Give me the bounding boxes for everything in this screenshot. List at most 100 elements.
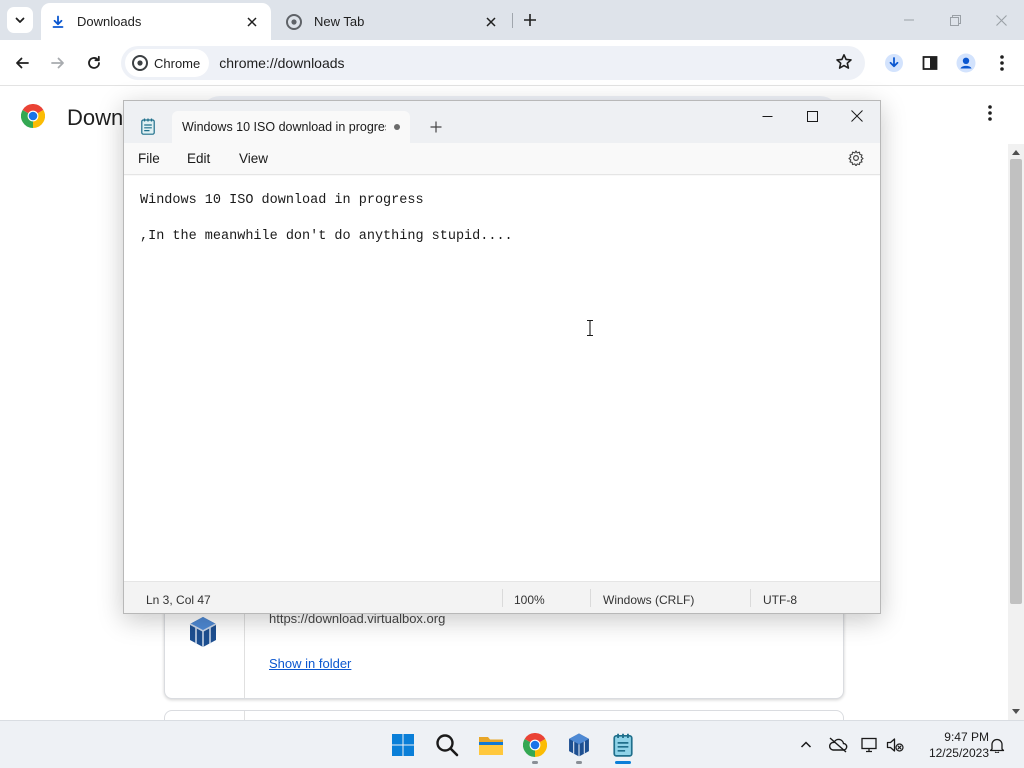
network-icon: [861, 737, 877, 753]
minimize-button[interactable]: [886, 0, 932, 40]
reload-button[interactable]: [81, 50, 107, 76]
virtualbox-icon: [569, 733, 589, 757]
chrome-menu-button[interactable]: [989, 50, 1015, 76]
tab-label: Downloads: [77, 14, 142, 29]
running-indicator: [576, 761, 582, 764]
text-cursor-icon: [587, 320, 593, 336]
show-hidden-icons-button[interactable]: [796, 735, 816, 755]
notepad-tab[interactable]: Windows 10 ISO download in progress: [172, 111, 410, 143]
system-clock[interactable]: 9:47 PM 12/25/2023: [913, 729, 989, 761]
side-panel-icon: [922, 56, 938, 70]
cursor-position: Ln 3, Col 47: [146, 593, 211, 607]
close-icon: [851, 110, 863, 122]
text-line: Windows 10 ISO download in progress: [140, 193, 424, 208]
status-separator: [750, 589, 751, 607]
notifications-button[interactable]: [987, 735, 1007, 755]
start-button[interactable]: [387, 729, 419, 761]
cloud-off-icon: [829, 737, 848, 753]
bell-icon: [989, 738, 1005, 753]
restore-icon: [949, 14, 961, 26]
notepad-icon: [141, 118, 155, 135]
notepad-close-button[interactable]: [834, 101, 880, 131]
notepad-titlebar[interactable]: Windows 10 ISO download in progress: [124, 101, 880, 143]
volume-tray-button[interactable]: [885, 735, 905, 755]
minimize-icon: [762, 115, 772, 117]
close-icon: [247, 16, 257, 27]
zoom-level[interactable]: 100%: [514, 593, 545, 607]
address-bar[interactable]: Chrome chrome://downloads: [121, 46, 865, 80]
close-icon: [995, 14, 1007, 26]
unsaved-indicator[interactable]: [394, 124, 400, 130]
file-explorer-icon: [479, 737, 503, 755]
restore-button[interactable]: [932, 0, 978, 40]
chevron-up-icon: [800, 741, 812, 748]
tab-search-button[interactable]: [7, 7, 33, 33]
encoding[interactable]: UTF-8: [763, 593, 797, 607]
taskbar-virtualbox[interactable]: [563, 729, 595, 764]
notepad-maximize-button[interactable]: [789, 101, 835, 131]
tab-label: New Tab: [314, 14, 365, 29]
show-in-folder-link[interactable]: Show in folder: [269, 656, 351, 671]
status-separator: [590, 589, 591, 607]
scroll-down-arrow[interactable]: [1012, 709, 1020, 714]
close-window-button[interactable]: [978, 0, 1024, 40]
taskbar-search-button[interactable]: [431, 729, 463, 761]
side-panel-button[interactable]: [917, 50, 943, 76]
menu-view[interactable]: View: [239, 151, 268, 166]
line-ending[interactable]: Windows (CRLF): [603, 593, 694, 607]
chrome-toolbar: Chrome chrome://downloads: [0, 40, 1024, 86]
profile-button[interactable]: [953, 50, 979, 76]
tab-new-tab[interactable]: New Tab: [276, 3, 510, 40]
taskbar-file-explorer[interactable]: [475, 729, 507, 761]
download-circle-icon: [885, 54, 903, 72]
notepad-status-bar: Ln 3, Col 47 100% Windows (CRLF) UTF-8: [124, 581, 880, 613]
site-chip-label: Chrome: [154, 55, 201, 71]
close-icon: [486, 16, 496, 27]
reload-icon: [88, 55, 100, 69]
plus-icon: [524, 14, 536, 26]
star-icon: [836, 54, 852, 69]
notepad-tab-title: Windows 10 ISO download in progress: [182, 120, 386, 134]
site-info-chip[interactable]: Chrome: [125, 49, 210, 77]
close-tab-button[interactable]: [243, 13, 261, 31]
tab-separator: [512, 13, 513, 28]
maximize-icon: [806, 110, 818, 122]
network-tray-button[interactable]: [860, 735, 880, 755]
notepad-minimize-button[interactable]: [744, 101, 790, 131]
page-scrollbar[interactable]: [1008, 144, 1024, 720]
minimize-icon: [904, 19, 914, 21]
status-separator: [502, 589, 503, 607]
plus-icon: [430, 121, 442, 133]
chrome-icon: [132, 55, 148, 71]
menu-edit[interactable]: Edit: [187, 151, 210, 166]
tab-downloads[interactable]: Downloads: [41, 3, 271, 40]
bookmark-button[interactable]: [835, 53, 853, 74]
taskbar-notepad[interactable]: [607, 729, 639, 764]
chrome-window-controls: [886, 0, 1024, 40]
gear-icon[interactable]: [848, 150, 864, 166]
back-button[interactable]: [9, 50, 35, 76]
scroll-up-arrow[interactable]: [1012, 150, 1020, 155]
chrome-tab-strip: Downloads New Tab: [0, 0, 1024, 40]
forward-button[interactable]: [45, 50, 71, 76]
downloads-button[interactable]: [881, 50, 907, 76]
scroll-thumb[interactable]: [1010, 159, 1022, 604]
clock-time: 9:47 PM: [944, 730, 989, 744]
more-vert-icon[interactable]: [981, 104, 999, 122]
notepad-text-area[interactable]: Windows 10 ISO download in progress ,In …: [124, 176, 880, 581]
download-item: [164, 710, 844, 720]
arrow-left-icon: [16, 57, 29, 69]
text-line: ,In the meanwhile don't do anything stup…: [140, 229, 513, 244]
menu-file[interactable]: File: [138, 151, 160, 166]
close-tab-button[interactable]: [482, 13, 500, 31]
chrome-logo-icon: [21, 104, 45, 128]
url-text[interactable]: chrome://downloads: [219, 55, 344, 71]
onedrive-tray-button[interactable]: [828, 735, 848, 755]
notepad-window: Windows 10 ISO download in progress File…: [123, 100, 881, 614]
notepad-new-tab-button[interactable]: [426, 117, 446, 137]
clock-date: 12/25/2023: [928, 746, 989, 760]
taskbar: 9:47 PM 12/25/2023: [0, 720, 1024, 768]
new-tab-button[interactable]: [519, 9, 541, 31]
taskbar-chrome[interactable]: [519, 729, 551, 764]
start-icon: [392, 734, 414, 756]
